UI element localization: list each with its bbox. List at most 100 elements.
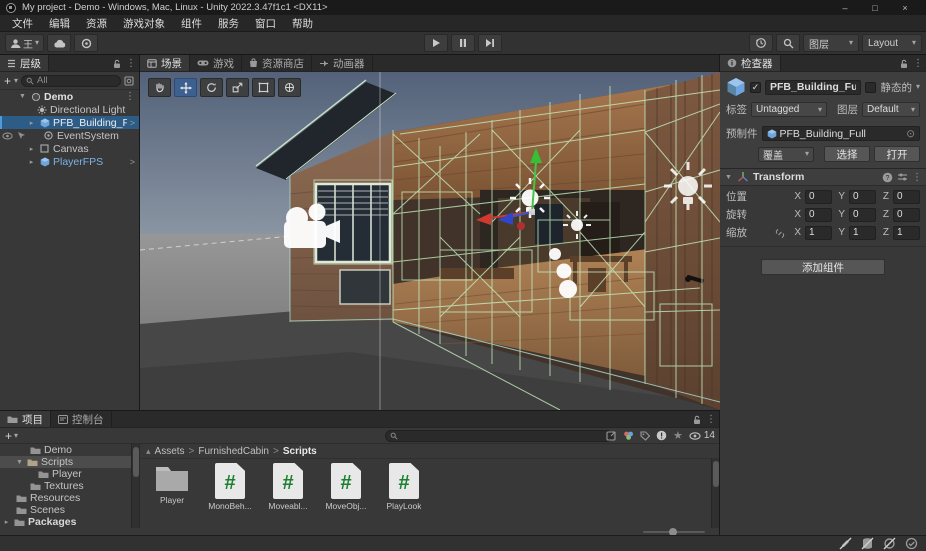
menu-assets[interactable]: 资源 (78, 15, 115, 32)
scale-tool[interactable] (226, 78, 249, 97)
pick-icon[interactable] (16, 130, 27, 141)
breadcrumb-furnishedcabin[interactable]: FurnishedCabin (198, 446, 269, 457)
fold-icon[interactable]: ▸ (27, 158, 36, 166)
rotation-z-input[interactable] (893, 208, 920, 222)
hidden-items-indicator[interactable]: 14 (689, 430, 715, 441)
scene-menu-button[interactable]: ⋮ (125, 91, 135, 102)
breadcrumb-assets[interactable]: Assets (155, 446, 185, 457)
favorites-star-icon[interactable]: ★ (673, 429, 683, 442)
tab-game[interactable]: 游戏 (190, 55, 242, 71)
pause-button[interactable] (451, 34, 475, 52)
menu-edit[interactable]: 编辑 (41, 15, 78, 32)
tab-inspector[interactable]: 检查器 (720, 55, 781, 71)
project-menu-button[interactable]: ⋮ (706, 414, 716, 425)
lock-icon[interactable] (113, 59, 121, 69)
hierarchy-item-eventsystem[interactable]: EventSystem (0, 129, 139, 142)
tab-hierarchy[interactable]: 层级 (0, 55, 49, 71)
add-component-button[interactable]: 添加组件 (761, 259, 885, 275)
close-button[interactable]: × (890, 0, 920, 15)
hierarchy-item-playerfps[interactable]: ▸ PlayerFPS > (0, 155, 139, 168)
fold-icon[interactable]: ▼ (18, 93, 27, 100)
search-by-label-icon[interactable] (640, 431, 650, 441)
folder-scripts[interactable]: ▼ Scripts (0, 456, 139, 468)
hierarchy-searchbox[interactable] (21, 75, 121, 87)
tab-project[interactable]: 项目 (0, 411, 51, 427)
layout-dropdown[interactable]: Layout ▾ (862, 34, 922, 52)
cache-disabled-icon[interactable] (861, 537, 874, 550)
file-player-folder[interactable]: Player (150, 463, 194, 511)
folder-resources[interactable]: Resources (0, 492, 139, 504)
file-monobeh-script[interactable]: # MonoBeh... (208, 463, 252, 511)
file-moveabl-script[interactable]: # Moveabl... (266, 463, 310, 511)
prefab-select-button[interactable]: 选择 (824, 146, 870, 162)
layer-dropdown[interactable]: Default ▾ (862, 102, 920, 117)
project-search-input[interactable] (401, 431, 608, 442)
position-z-input[interactable] (893, 190, 920, 204)
link-scale-icon[interactable] (774, 228, 786, 238)
scale-x-input[interactable] (805, 226, 832, 240)
rotate-tool[interactable] (200, 78, 223, 97)
tab-animator[interactable]: 动画器 (312, 55, 373, 71)
transform-menu-button[interactable]: ⋮ (912, 172, 922, 183)
undo-history-button[interactable] (749, 34, 773, 52)
fold-icon[interactable]: ▼ (15, 459, 24, 466)
search-by-type-icon[interactable] (623, 430, 634, 441)
tag-dropdown[interactable]: Untagged ▾ (751, 102, 827, 117)
account-button[interactable]: 王 ▾ (5, 34, 44, 52)
menu-help[interactable]: 帮助 (284, 15, 321, 32)
tree-scrollbar[interactable] (131, 444, 139, 528)
fold-icon[interactable]: ▸ (27, 119, 36, 127)
file-grid-scrollbar[interactable] (711, 459, 719, 528)
fold-icon[interactable]: ▼ (724, 174, 733, 181)
menu-file[interactable]: 文件 (4, 15, 41, 32)
layers-dropdown[interactable]: 图层 ▾ (803, 34, 859, 52)
minimize-button[interactable]: – (830, 0, 860, 15)
maximize-button[interactable]: □ (860, 0, 890, 15)
rotation-x-input[interactable] (805, 208, 832, 222)
gameobject-name-field[interactable] (765, 80, 861, 95)
view-hand-tool[interactable] (148, 78, 171, 97)
alert-filter-icon[interactable] (656, 430, 667, 441)
folder-player[interactable]: Player (0, 468, 139, 480)
tab-asset-store[interactable]: 资源商店 (242, 55, 312, 71)
hierarchy-item-canvas[interactable]: ▸ Canvas (0, 142, 139, 155)
refresh-disabled-icon[interactable] (883, 537, 896, 550)
file-playlook-script[interactable]: # PlayLook (382, 463, 426, 511)
tab-console[interactable]: 控制台 (51, 411, 112, 427)
search-button[interactable] (776, 34, 800, 52)
menu-component[interactable]: 组件 (173, 15, 210, 32)
move-tool[interactable] (174, 78, 197, 97)
folder-textures[interactable]: Textures (0, 480, 139, 492)
object-picker-icon[interactable]: ⊙ (906, 128, 915, 140)
search-pick-icon[interactable] (124, 76, 135, 86)
project-searchbox[interactable] (385, 430, 613, 442)
static-checkbox[interactable] (865, 82, 876, 93)
transform-tool[interactable] (278, 78, 301, 97)
light-gizmo-right[interactable] (664, 162, 712, 210)
inspector-menu-button[interactable]: ⋮ (913, 58, 923, 69)
folder-scenes[interactable]: Scenes (0, 504, 139, 516)
overrides-dropdown[interactable]: 覆盖 ▾ (758, 147, 814, 162)
menu-window[interactable]: 窗口 (247, 15, 284, 32)
fold-icon[interactable]: ▸ (2, 518, 11, 526)
presets-icon[interactable] (897, 172, 908, 182)
help-icon[interactable]: ? (882, 172, 893, 183)
cloud-services-button[interactable] (47, 34, 71, 52)
fold-icon[interactable]: ▸ (27, 145, 36, 153)
lock-icon[interactable] (693, 415, 701, 425)
tab-scene[interactable]: 场景 (140, 55, 190, 71)
search-in-assets-icon[interactable] (606, 431, 617, 441)
create-asset-dropdown-arrow-icon[interactable]: ▾ (14, 432, 18, 440)
scene-viewport[interactable] (140, 72, 720, 410)
status-ok-icon[interactable] (905, 537, 918, 550)
position-y-input[interactable] (849, 190, 876, 204)
scale-z-input[interactable] (893, 226, 920, 240)
menu-services[interactable]: 服务 (210, 15, 247, 32)
hierarchy-item-pfb-building[interactable]: ▸ PFB_Building_Fu > (0, 116, 139, 129)
position-x-input[interactable] (805, 190, 832, 204)
scale-y-input[interactable] (849, 226, 876, 240)
folder-demo[interactable]: Demo (0, 444, 139, 456)
hierarchy-search-input[interactable] (37, 75, 116, 86)
folder-packages[interactable]: ▸ Packages (0, 516, 139, 528)
prefab-open-chevron[interactable]: > (130, 118, 135, 128)
